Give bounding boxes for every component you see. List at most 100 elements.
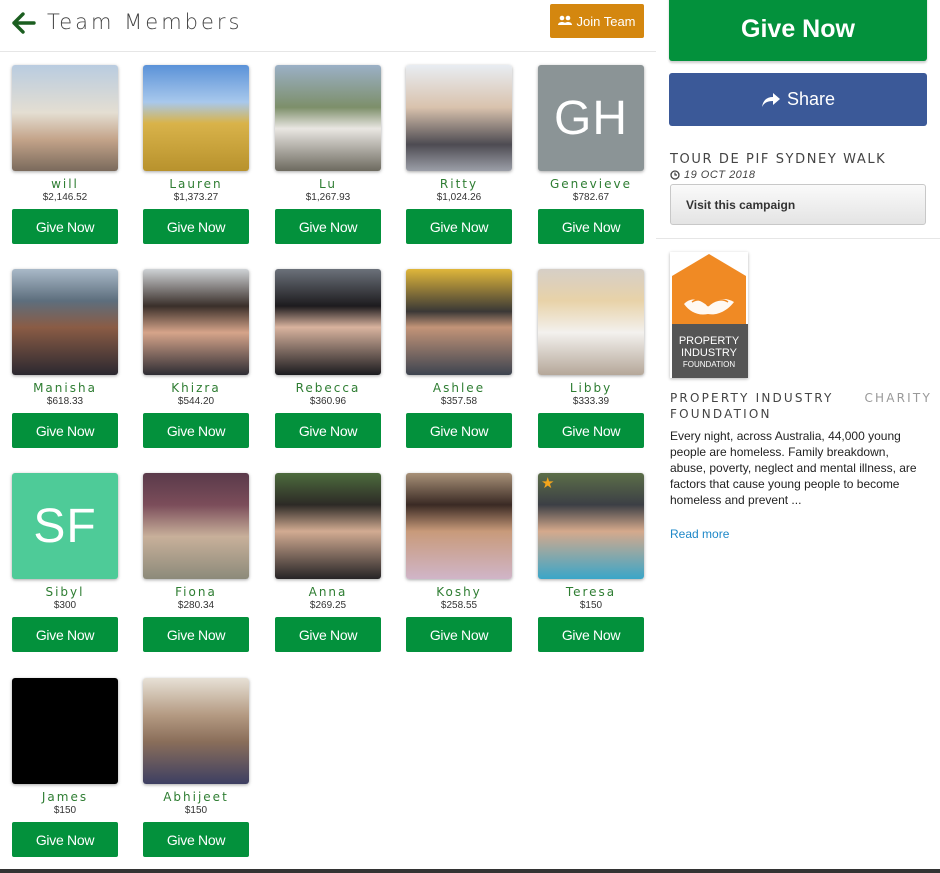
member-avatar[interactable] <box>12 678 118 784</box>
member-name[interactable]: Ashlee <box>406 382 512 395</box>
member-amount: $1,024.26 <box>436 192 482 203</box>
give-now-button[interactable]: Give Now <box>406 617 512 652</box>
member-amount: $333.39 <box>572 396 610 407</box>
member-name[interactable]: Libby <box>538 382 644 395</box>
member-amount: $258.55 <box>440 600 478 611</box>
member-amount: $782.67 <box>572 192 610 203</box>
member-card: Abhijeet $150 Give Now <box>143 678 249 857</box>
member-amount: $2,146.52 <box>42 192 88 203</box>
give-now-button[interactable]: Give Now <box>143 822 249 857</box>
give-now-button[interactable]: Give Now <box>538 209 644 244</box>
member-card: SF Sibyl $300 Give Now <box>12 473 118 652</box>
member-amount: $150 <box>184 805 208 816</box>
give-now-button[interactable]: Give Now <box>538 413 644 448</box>
give-now-button[interactable]: Give Now <box>275 209 381 244</box>
read-more-link[interactable]: Read more <box>670 527 729 541</box>
share-label: Share <box>786 89 836 109</box>
give-now-button[interactable]: Give Now <box>143 413 249 448</box>
campaign-title: TOUR DE PIF SYDNEY WALK <box>670 152 887 167</box>
member-avatar[interactable] <box>406 473 512 579</box>
give-now-button[interactable]: Give Now <box>143 617 249 652</box>
member-avatar[interactable] <box>143 678 249 784</box>
arrow-left-icon[interactable] <box>12 12 36 34</box>
member-avatar[interactable] <box>143 473 249 579</box>
member-card: ★ Teresa $150 Give Now <box>538 473 644 652</box>
page-title: Team Members <box>47 10 243 34</box>
give-now-button[interactable]: Give Now <box>406 209 512 244</box>
team-members-panel: Team Members Join Team will $2,146.52 Give… <box>0 0 656 873</box>
member-avatar[interactable] <box>143 269 249 375</box>
member-avatar[interactable]: SF <box>12 473 118 579</box>
member-name[interactable]: Manisha <box>12 382 118 395</box>
visit-campaign-button[interactable]: Visit this campaign <box>670 184 926 225</box>
member-amount: $280.34 <box>177 600 215 611</box>
join-team-label: Join Team <box>576 13 636 29</box>
member-name[interactable]: Genevieve <box>538 178 644 191</box>
give-now-button[interactable]: Give Now <box>12 617 118 652</box>
member-name[interactable]: Abhijeet <box>143 791 249 804</box>
avatar-initials: SF <box>33 499 97 553</box>
member-name[interactable]: Ritty <box>406 178 512 191</box>
sidebar: Give Now Share TOUR DE PIF SYDNEY WALK 1… <box>656 0 940 873</box>
member-avatar[interactable]: ★ <box>538 473 644 579</box>
member-avatar[interactable]: GH <box>538 65 644 171</box>
member-avatar[interactable] <box>12 269 118 375</box>
member-card: Fiona $280.34 Give Now <box>143 473 249 652</box>
give-now-button[interactable]: Give Now <box>12 209 118 244</box>
member-name[interactable]: Sibyl <box>12 586 118 599</box>
member-name[interactable]: Anna <box>275 586 381 599</box>
member-amount: $360.96 <box>309 396 347 407</box>
give-now-button[interactable]: Give Now <box>12 413 118 448</box>
charity-logo-line-3: FOUNDATION <box>683 360 736 369</box>
member-name[interactable]: will <box>12 178 118 191</box>
member-card: James $150 Give Now <box>12 678 118 857</box>
give-now-button[interactable]: Give Now <box>143 209 249 244</box>
member-amount: $618.33 <box>46 396 84 407</box>
users-icon <box>558 15 573 28</box>
share-icon <box>761 92 780 107</box>
share-button[interactable]: Share <box>669 73 927 126</box>
give-now-button[interactable]: Give Now <box>406 413 512 448</box>
member-name[interactable]: Lauren <box>143 178 249 191</box>
charity-name-text: PROPERTY INDUSTRY FOUNDATION <box>670 391 834 421</box>
member-avatar[interactable] <box>275 65 381 171</box>
member-amount: $300 <box>53 600 77 611</box>
give-now-button[interactable]: Give Now <box>275 413 381 448</box>
give-now-button[interactable]: Give Now <box>275 617 381 652</box>
member-card: Lu $1,267.93 Give Now <box>275 65 381 244</box>
member-avatar[interactable] <box>12 65 118 171</box>
member-name[interactable]: Koshy <box>406 586 512 599</box>
avatar-initials: GH <box>554 91 628 145</box>
member-avatar[interactable] <box>275 269 381 375</box>
team-header: Team Members Join Team <box>0 0 656 52</box>
member-name[interactable]: Rebecca <box>275 382 381 395</box>
charity-logo[interactable]: PROPERTY INDUSTRY FOUNDATION <box>670 252 748 378</box>
member-avatar[interactable] <box>538 269 644 375</box>
member-card: Khizra $544.20 Give Now <box>143 269 249 448</box>
member-avatar[interactable] <box>275 473 381 579</box>
divider <box>656 238 940 239</box>
member-amount: $269.25 <box>309 600 347 611</box>
member-amount: $150 <box>53 805 77 816</box>
campaign-date: 19 OCT 2018 <box>670 169 756 181</box>
member-card: GH Genevieve $782.67 Give Now <box>538 65 644 244</box>
member-avatar[interactable] <box>406 65 512 171</box>
join-team-button[interactable]: Join Team <box>550 4 644 38</box>
charity-description: Every night, across Australia, 44,000 yo… <box>670 429 917 507</box>
member-card: Lauren $1,373.27 Give Now <box>143 65 249 244</box>
member-card: Ashlee $357.58 Give Now <box>406 269 512 448</box>
member-card: Rebecca $360.96 Give Now <box>275 269 381 448</box>
member-avatar[interactable] <box>143 65 249 171</box>
give-now-main-button[interactable]: Give Now <box>669 0 927 61</box>
charity-tag: CHARITY <box>864 391 932 405</box>
member-name[interactable]: Teresa <box>538 586 644 599</box>
give-now-button[interactable]: Give Now <box>538 617 644 652</box>
member-amount: $150 <box>579 600 603 611</box>
member-name[interactable]: James <box>12 791 118 804</box>
campaign-date-text: 19 OCT 2018 <box>684 169 756 181</box>
give-now-button[interactable]: Give Now <box>12 822 118 857</box>
member-name[interactable]: Khizra <box>143 382 249 395</box>
member-name[interactable]: Fiona <box>143 586 249 599</box>
member-name[interactable]: Lu <box>275 178 381 191</box>
member-avatar[interactable] <box>406 269 512 375</box>
